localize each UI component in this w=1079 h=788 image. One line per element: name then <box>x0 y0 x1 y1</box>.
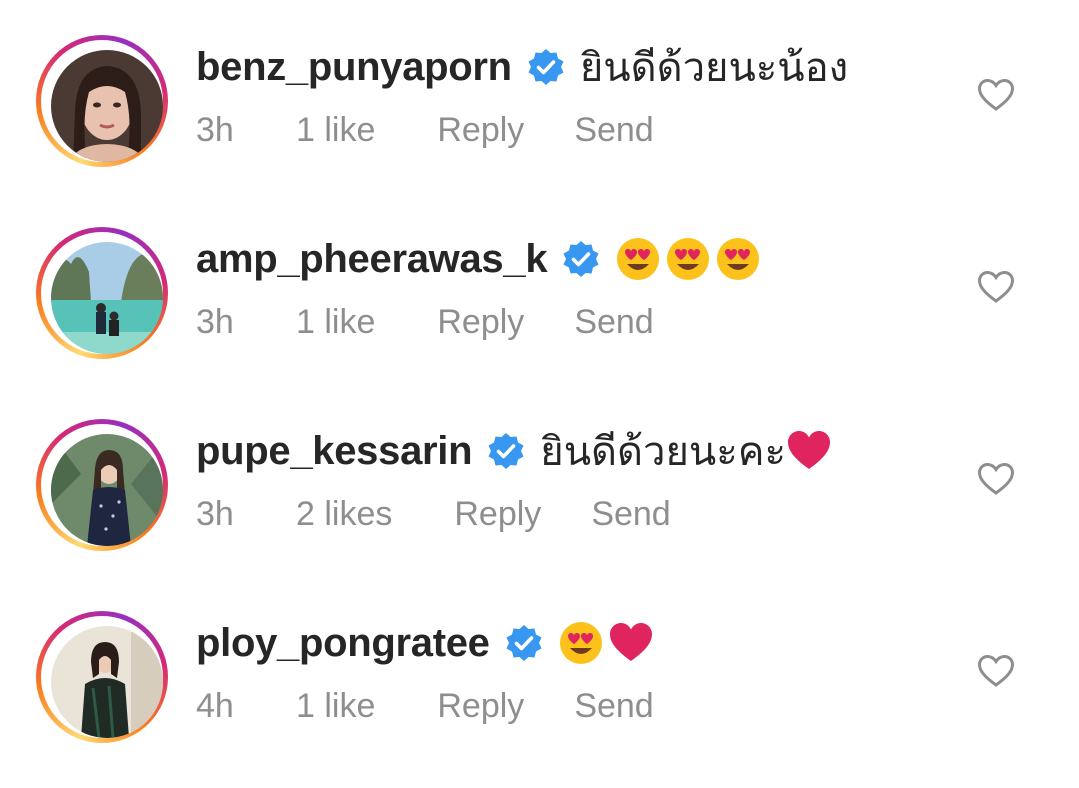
comment-item: benz_punyaporn ยินดีด้วยนะน้อง 3h 1 like… <box>0 35 1079 185</box>
likes-count[interactable]: 1 like <box>296 687 375 726</box>
send-button[interactable]: Send <box>574 687 653 726</box>
send-button[interactable]: Send <box>574 303 653 342</box>
likes-count[interactable]: 1 like <box>296 111 375 150</box>
like-heart-button[interactable] <box>976 651 1016 691</box>
avatar-story-ring[interactable] <box>36 611 168 743</box>
send-button[interactable]: Send <box>591 495 670 534</box>
heart-eyes-emoji-icon <box>558 620 604 666</box>
avatar[interactable] <box>51 242 163 354</box>
comment-text: ยินดีด้วยนะน้อง <box>579 45 849 91</box>
avatar-story-ring[interactable] <box>36 35 168 167</box>
username[interactable]: amp_pheerawas_k <box>196 237 548 282</box>
heart-outline-icon <box>977 654 1015 687</box>
verified-badge-icon <box>486 431 526 471</box>
comment-item: ploy_pongratee 4h 1 like Reply Send <box>0 611 1079 761</box>
username[interactable]: pupe_kessarin <box>196 429 473 474</box>
like-heart-button[interactable] <box>976 459 1016 499</box>
likes-count[interactable]: 1 like <box>296 303 375 342</box>
comment-timestamp: 3h <box>196 302 234 341</box>
comment-text: ยินดีด้วยนะคะ <box>540 429 786 475</box>
red-heart-emoji-icon <box>786 428 832 474</box>
heart-eyes-emoji-icon <box>615 236 661 282</box>
like-heart-button[interactable] <box>976 75 1016 115</box>
comment-emojis <box>558 620 658 666</box>
verified-badge-icon <box>526 47 566 87</box>
avatar[interactable] <box>51 50 163 162</box>
comment-item: amp_pheerawas_k 3h 1 like Reply Send <box>0 227 1079 377</box>
send-button[interactable]: Send <box>574 111 653 150</box>
heart-eyes-emoji-icon <box>665 236 711 282</box>
heart-outline-icon <box>977 270 1015 303</box>
like-heart-button[interactable] <box>976 267 1016 307</box>
comment-timestamp: 4h <box>196 686 234 725</box>
avatar[interactable] <box>51 434 163 546</box>
avatar[interactable] <box>51 626 163 738</box>
heart-outline-icon <box>977 78 1015 111</box>
verified-badge-icon <box>504 623 544 663</box>
likes-count[interactable]: 2 likes <box>296 495 392 534</box>
heart-eyes-emoji-icon <box>715 236 761 282</box>
comment-timestamp: 3h <box>196 494 234 533</box>
comment-timestamp: 3h <box>196 110 234 149</box>
verified-badge-icon <box>561 239 601 279</box>
avatar-story-ring[interactable] <box>36 419 168 551</box>
reply-button[interactable]: Reply <box>437 111 524 150</box>
username[interactable]: benz_punyaporn <box>196 45 512 90</box>
avatar-story-ring[interactable] <box>36 227 168 359</box>
comment-emojis <box>615 236 765 282</box>
username[interactable]: ploy_pongratee <box>196 621 490 666</box>
reply-button[interactable]: Reply <box>437 687 524 726</box>
reply-button[interactable]: Reply <box>437 303 524 342</box>
red-heart-emoji-icon <box>608 620 654 666</box>
comment-item: pupe_kessarin ยินดีด้วยนะคะ 3h 2 likes R… <box>0 419 1079 569</box>
heart-outline-icon <box>977 462 1015 495</box>
reply-button[interactable]: Reply <box>454 495 541 534</box>
